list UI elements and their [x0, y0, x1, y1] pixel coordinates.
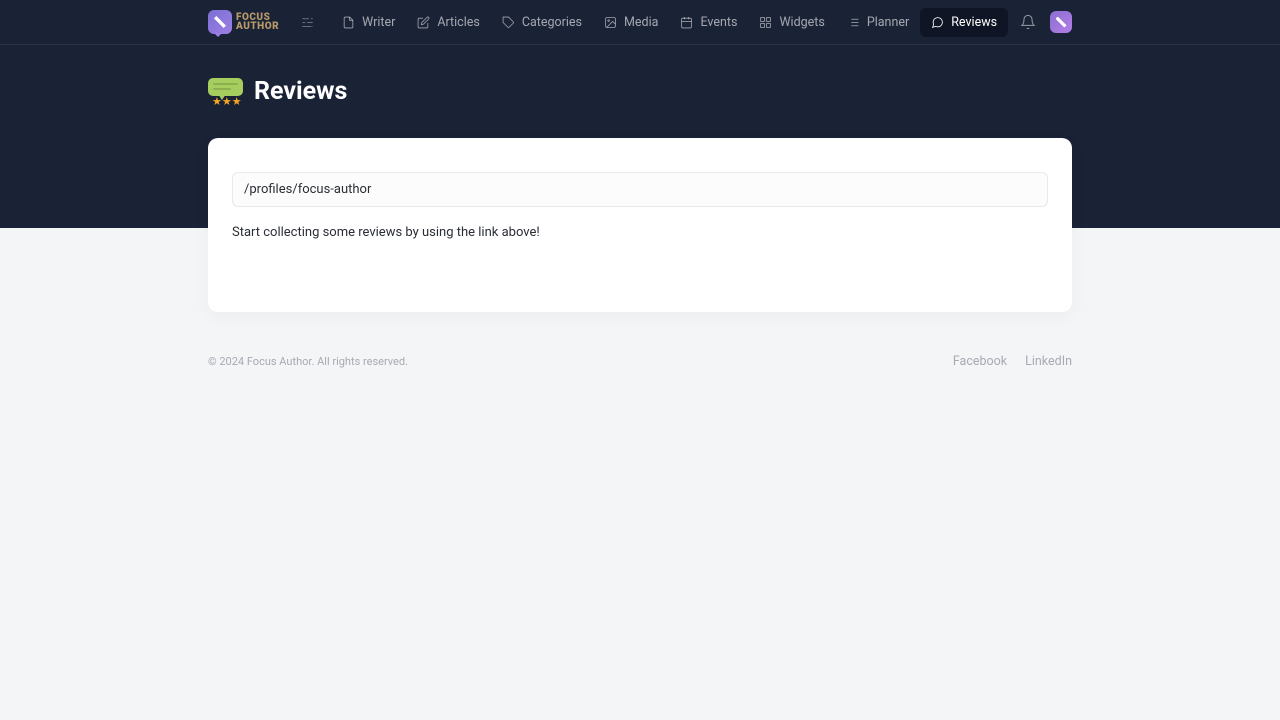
page-title-area: ★★★ Reviews [0, 45, 1280, 106]
nav-item-reviews[interactable]: Reviews [920, 8, 1008, 37]
user-avatar[interactable] [1050, 11, 1072, 33]
edit-icon [417, 16, 430, 29]
brand-logo-icon [208, 10, 232, 34]
nav-label: Planner [867, 15, 909, 30]
content-wrapper: /profiles/focus-author Start collecting … [0, 138, 1280, 312]
nav-item-writer[interactable]: Writer [331, 8, 406, 37]
nav-label: Categories [522, 15, 582, 30]
page-title: Reviews [254, 77, 347, 106]
nav-item-categories[interactable]: Categories [491, 8, 593, 37]
brand-logo[interactable]: FOCUS AUTHOR [208, 10, 279, 34]
nav-item-events[interactable]: Events [669, 8, 748, 37]
nav-label: Media [624, 15, 658, 30]
brand-logo-text: FOCUS AUTHOR [236, 13, 279, 31]
tag-icon [502, 16, 515, 29]
main-nav: Writer Articles Categories Media Events … [331, 8, 1008, 37]
topbar-right [1020, 11, 1072, 33]
reviews-card: /profiles/focus-author Start collecting … [208, 138, 1072, 312]
bell-icon [1020, 14, 1036, 30]
calendar-icon [680, 16, 693, 29]
chat-icon [931, 16, 944, 29]
menu-toggle-button[interactable] [291, 6, 323, 38]
topbar: FOCUS AUTHOR Writer Articles Categories [0, 0, 1280, 45]
reviews-page-icon: ★★★ [208, 78, 243, 106]
nav-label: Events [700, 15, 737, 30]
nav-item-planner[interactable]: Planner [836, 8, 920, 37]
copyright-text: © 2024 Focus Author. All rights reserved… [208, 355, 408, 368]
nav-item-widgets[interactable]: Widgets [748, 8, 835, 37]
nav-item-media[interactable]: Media [593, 8, 669, 37]
profile-link-input[interactable]: /profiles/focus-author [232, 172, 1048, 207]
footer-links: Facebook LinkedIn [953, 354, 1072, 369]
grid-icon [759, 16, 772, 29]
footer-link-linkedin[interactable]: LinkedIn [1025, 354, 1072, 369]
nav-item-articles[interactable]: Articles [406, 8, 491, 37]
footer-link-facebook[interactable]: Facebook [953, 354, 1007, 369]
notifications-button[interactable] [1020, 14, 1036, 30]
list-icon [847, 16, 860, 29]
image-icon [604, 16, 617, 29]
document-icon [342, 16, 355, 29]
footer: © 2024 Focus Author. All rights reserved… [0, 312, 1280, 411]
instruction-text: Start collecting some reviews by using t… [232, 225, 1048, 240]
sliders-icon [300, 15, 315, 30]
nav-label: Widgets [779, 15, 824, 30]
nav-label: Articles [437, 15, 480, 30]
nav-label: Writer [362, 15, 395, 30]
nav-label: Reviews [951, 15, 997, 30]
